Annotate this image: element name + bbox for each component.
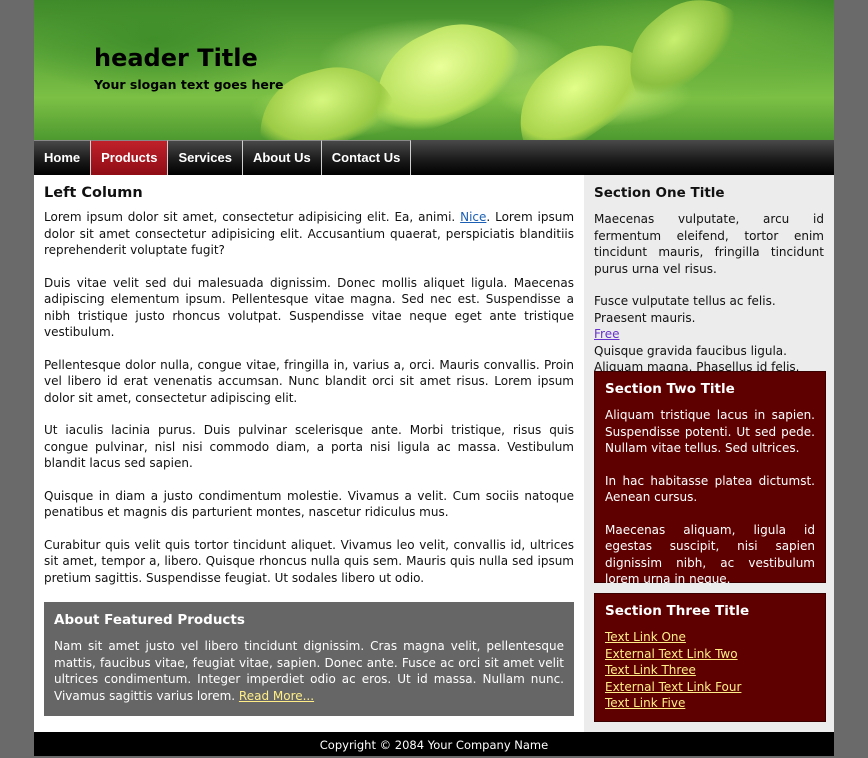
nav-contact-us[interactable]: Contact Us (321, 140, 412, 175)
leaf-decoration (246, 53, 402, 140)
section-one-paragraph: Maecenas vulputate, arcu id fermentum el… (594, 212, 824, 276)
nice-link[interactable]: Nice (460, 210, 486, 224)
featured-text: Nam sit amet justo vel libero tincidunt … (54, 638, 564, 704)
section-one-title: Section One Title (594, 185, 725, 201)
site-title: header Title (94, 44, 258, 72)
section-two-paragraph: Aliquam tristique lacus in sapien. Suspe… (605, 408, 815, 455)
section-one-lines: Fusce vulputate tellus ac felis. Praesen… (594, 293, 824, 376)
text-link-five[interactable]: Text Link Five (605, 695, 815, 712)
text-line: Quisque gravida faucibus ligula. (594, 343, 787, 358)
paragraph: Ut iaculis lacinia purus. Duis pulvinar … (44, 423, 574, 470)
section-three-box: Section Three Title Text Link One Extern… (594, 593, 826, 722)
nav-services[interactable]: Services (168, 140, 243, 175)
free-link[interactable]: Free (594, 327, 619, 341)
paragraph: Curabitur quis velit quis tortor tincidu… (44, 537, 574, 585)
text-link-three[interactable]: Text Link Three (605, 662, 815, 679)
paragraph-text: Lorem ipsum dolor sit amet, consectetur … (44, 210, 461, 224)
paragraph: Quisque in diam a justo condimentum mole… (44, 488, 574, 520)
external-text-link-four[interactable]: External Text Link Four (605, 679, 815, 696)
paragraph: Duis vitae velit sed dui malesuada digni… (44, 275, 574, 340)
left-column-title: Left Column (44, 185, 143, 201)
main-nav: Home Products Services About Us Contact … (34, 140, 834, 175)
site-slogan: Your slogan text goes here (94, 77, 284, 92)
header-banner: header Title Your slogan text goes here (34, 0, 834, 140)
nav-about-us[interactable]: About Us (242, 140, 322, 175)
text-line: Praesent mauris. (594, 310, 696, 325)
paragraph: Lorem ipsum dolor sit amet, consectetur … (44, 209, 574, 259)
section-three-title: Section Three Title (605, 603, 750, 619)
footer: Copyright © 2084 Your Company Name (34, 732, 834, 756)
left-column: Left Column Lorem ipsum dolor sit amet, … (44, 175, 574, 716)
section-one: Section One Title Maecenas vulputate, ar… (584, 185, 834, 376)
nav-products[interactable]: Products (91, 140, 169, 175)
right-sidebar: Section One Title Maecenas vulputate, ar… (584, 175, 834, 732)
featured-products-box: About Featured Products Nam sit amet jus… (44, 602, 574, 716)
page-wrapper: header Title Your slogan text goes here … (34, 0, 834, 756)
paragraph: Pellentesque dolor nulla, congue vitae, … (44, 357, 574, 405)
featured-title: About Featured Products (54, 612, 245, 628)
section-two-paragraph: Maecenas aliquam, ligula id egestas susc… (605, 522, 815, 587)
copyright-text: Copyright © 2084 Your Company Name (319, 738, 549, 752)
section-two-title: Section Two Title (605, 381, 735, 397)
section-two-box: Section Two Title Aliquam tristique lacu… (594, 371, 826, 586)
read-more-link[interactable]: Read More... (239, 689, 314, 703)
nav-home[interactable]: Home (34, 140, 92, 175)
external-text-link-two[interactable]: External Text Link Two (605, 646, 815, 663)
text-line: Fusce vulputate tellus ac felis. (594, 294, 776, 308)
section-two-paragraph: In hac habitasse platea dictumst. Aenean… (605, 473, 815, 505)
text-link-one[interactable]: Text Link One (605, 629, 815, 646)
